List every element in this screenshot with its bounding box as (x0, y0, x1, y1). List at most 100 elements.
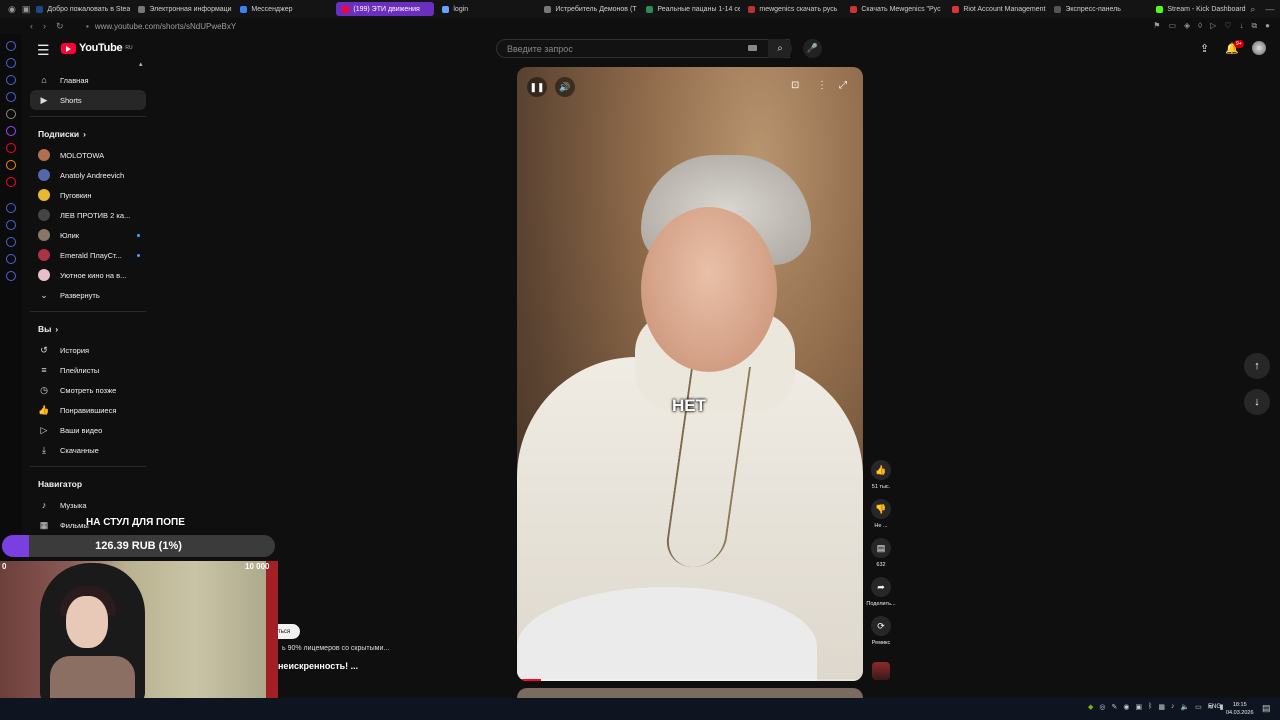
url-field[interactable]: www.youtube.com/shorts/sNdUPweBxY (95, 22, 236, 31)
audio-icon[interactable]: ♪ (1171, 703, 1175, 711)
account-avatar[interactable] (1252, 41, 1266, 55)
sidebar-item[interactable]: 👍 Понравившиеся (30, 400, 146, 420)
dislike-button[interactable]: 👎 (871, 499, 891, 519)
screenshot-icon[interactable]: ▭ (1168, 21, 1176, 31)
sidebar-item[interactable]: ЛЕВ ПРОТИВ 2 ка... (30, 205, 146, 225)
history-sidebar-icon[interactable] (6, 203, 16, 213)
video-progress[interactable] (517, 679, 863, 681)
search-button[interactable]: ⌕ (768, 39, 792, 58)
sidebar-item[interactable]: ⌂ Главная (30, 70, 146, 90)
sidebar-item[interactable]: ≡ Плейлисты (30, 360, 146, 380)
search-tabs-icon[interactable]: ⌕ (1250, 4, 1255, 15)
sidebar-item[interactable]: ♪ Музыка (30, 495, 146, 515)
sidebar-item[interactable]: Emerald ПлауСт... (30, 245, 146, 265)
bluetooth-icon[interactable]: ᛒ (1148, 703, 1152, 711)
heart-icon[interactable]: ♡ (1224, 21, 1231, 31)
notifications-icon[interactable]: ▤ (1262, 703, 1271, 714)
sidebar-item[interactable]: ◷ Смотреть позже (30, 380, 146, 400)
keyboard-icon[interactable] (748, 45, 757, 51)
remix-button[interactable]: ⟳ (871, 616, 891, 636)
more-icon[interactable]: ⋮ (817, 80, 827, 91)
aria-icon[interactable] (6, 41, 16, 51)
profile-icon[interactable]: ● (1265, 21, 1270, 31)
browser-tab[interactable]: Мессенджер (234, 2, 334, 16)
subscriptions-header[interactable]: Подписки › (30, 123, 146, 145)
music-sidebar-icon[interactable] (6, 160, 16, 170)
volume-button[interactable]: 🔊 (555, 77, 575, 97)
speaker-icon[interactable]: 🔈 (1180, 703, 1189, 711)
telegram-icon[interactable] (6, 92, 16, 102)
captions-icon[interactable]: ⊡ (791, 80, 799, 91)
browser-tab[interactable]: Электронная информация (132, 2, 232, 16)
extensions-icon[interactable]: ⧉ (1251, 21, 1257, 31)
menu-icon[interactable]: ☰ (37, 42, 50, 59)
voice-search-button[interactable]: 🎤 (803, 39, 822, 58)
sidebar-item[interactable]: Уютное кино на в... (30, 265, 146, 285)
previous-short-button[interactable]: ↑ (1244, 353, 1270, 379)
display-icon[interactable]: ▭ (1195, 703, 1202, 711)
play-icon[interactable]: ▷ (1210, 21, 1216, 31)
clock-sidebar-icon[interactable] (6, 220, 16, 230)
channel-avatar[interactable] (872, 662, 890, 680)
sidebar-item[interactable]: Юлик (30, 225, 146, 245)
comments-button[interactable]: ▤ (871, 538, 891, 558)
chevron-up-icon[interactable]: ▴ (139, 60, 143, 68)
news-icon[interactable] (6, 177, 16, 187)
browser-tab[interactable]: login (436, 2, 536, 16)
reload-icon[interactable]: ↻ (56, 21, 64, 32)
shield-icon[interactable]: ◊ (1198, 21, 1202, 31)
you-header[interactable]: Вы › (30, 318, 146, 340)
sidebar-item[interactable]: Anatoly Andreevich (30, 165, 146, 185)
pen-icon[interactable]: ✎ (1112, 703, 1118, 711)
whatsapp-icon[interactable] (6, 75, 16, 85)
twitch-icon[interactable] (6, 126, 16, 136)
fullscreen-icon[interactable]: ⤢ (839, 80, 847, 91)
shorts-player[interactable]: НЕТ ❚❚ 🔊 ⊡ ⋮ ⤢ (517, 67, 863, 681)
browser-tab[interactable]: Stream - Kick Dashboard (1150, 2, 1250, 16)
workspaces-icon[interactable]: ◉ (8, 4, 16, 15)
forward-icon[interactable]: › (43, 21, 46, 32)
sidebar-item[interactable]: ⤓ Скачанные (30, 440, 146, 460)
browser-tab[interactable]: Реальные пацаны 1-14 се (640, 2, 740, 16)
tab-controls[interactable]: ◉ ▣ (0, 4, 30, 15)
sidebar-item[interactable]: ⌄ Развернуть (30, 285, 146, 305)
pause-button[interactable]: ❚❚ (527, 77, 547, 97)
network-icon[interactable]: ▦ (1158, 703, 1165, 711)
taskbar-clock[interactable]: 18:15 04.03.2026 (1226, 701, 1254, 717)
like-button[interactable]: 👍 (871, 460, 891, 480)
sidebar-item[interactable]: ▶ Shorts (30, 90, 146, 110)
messenger-icon[interactable] (6, 58, 16, 68)
steam-tray-icon[interactable]: ◎ (1099, 703, 1105, 711)
browser-tab[interactable]: Riot Account Management (946, 2, 1046, 16)
next-short-button[interactable]: ↓ (1244, 389, 1270, 415)
input-language[interactable]: ENG (1208, 704, 1221, 710)
browser-tab[interactable]: Скачать Mewgenics "Рус (844, 2, 944, 16)
browser-tab[interactable]: Истребитель Демонов (Т (538, 2, 638, 16)
nvidia-icon[interactable]: ◆ (1088, 703, 1093, 711)
sidebar-item[interactable]: ▷ Ваши видео (30, 420, 146, 440)
browser-tab[interactable]: mewgenics скачать русь (742, 2, 842, 16)
extensions-sidebar-icon[interactable] (6, 254, 16, 264)
subscribe-button[interactable]: ться (278, 624, 300, 639)
sidebar-item[interactable]: Пуговкин (30, 185, 146, 205)
sidebar-item[interactable]: MOLOTOWA (30, 145, 146, 165)
player-sidebar-icon[interactable] (6, 237, 16, 247)
download-icon[interactable]: ↓ (1239, 21, 1243, 31)
browser-tab[interactable]: Добро пожаловать в Steam (30, 2, 130, 16)
youtube-sidebar-icon[interactable] (6, 143, 16, 153)
tab-menu-icon[interactable]: ▣ (22, 4, 31, 15)
back-icon[interactable]: ‹ (30, 21, 33, 32)
youtube-logo[interactable]: YouTube RU (61, 42, 133, 54)
wallet-icon[interactable]: ◈ (1184, 21, 1190, 31)
browser-tab[interactable]: (199) ЭТИ движения (336, 2, 435, 16)
settings-sidebar-icon[interactable] (6, 271, 16, 281)
app-tray-icon[interactable]: ▣ (1135, 703, 1142, 711)
share-button[interactable]: ➦ (871, 577, 891, 597)
minimize-icon[interactable]: — (1265, 4, 1274, 15)
browser-tab[interactable]: Экспресс-панель (1048, 2, 1148, 16)
sidebar-item[interactable]: ↺ История (30, 340, 146, 360)
next-short-preview[interactable] (517, 688, 863, 698)
bookmark-icon[interactable]: ⚑ (1153, 21, 1160, 31)
upload-icon[interactable]: ⇪ (1200, 42, 1209, 55)
discord-tray-icon[interactable]: ◉ (1123, 703, 1129, 711)
